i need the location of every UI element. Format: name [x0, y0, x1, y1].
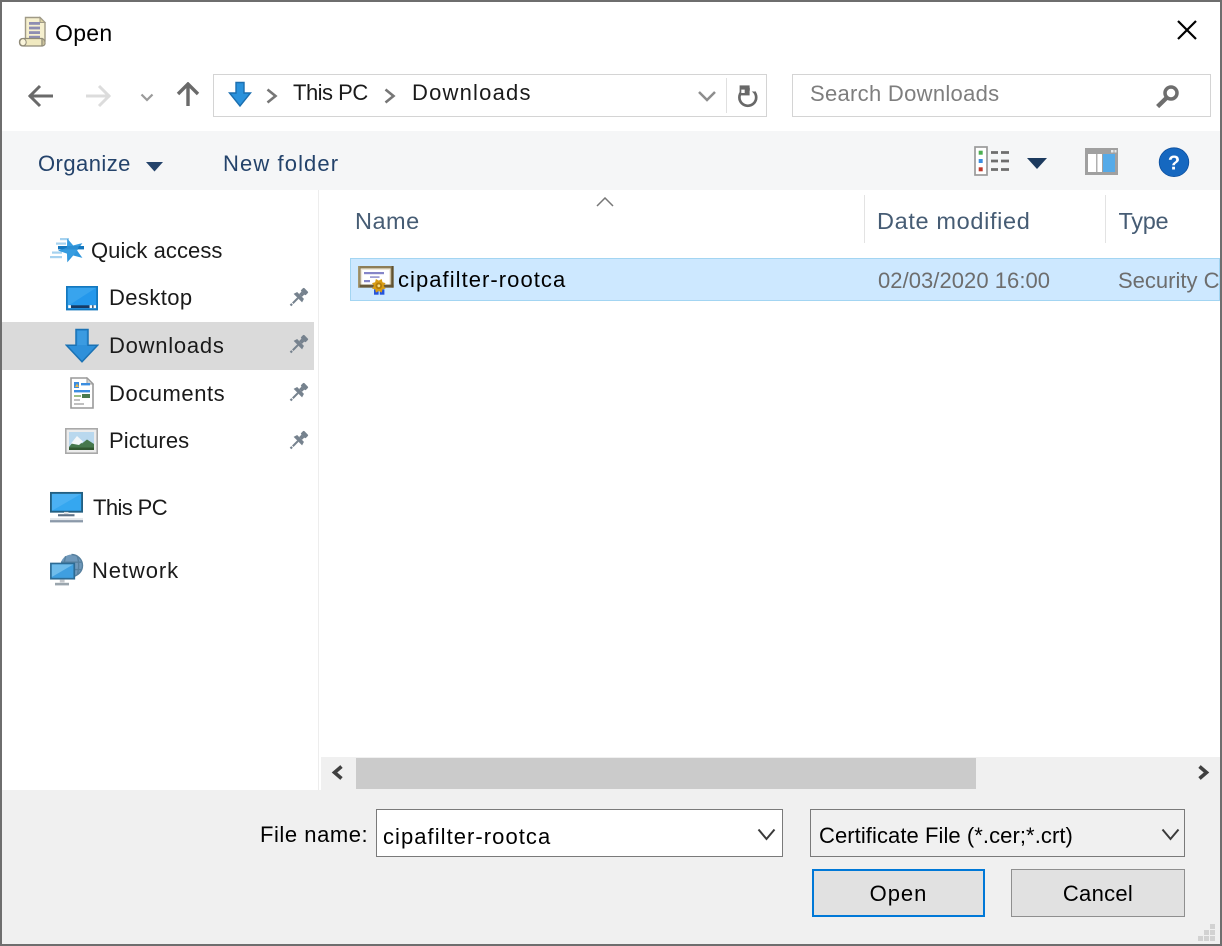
svg-text:?: ?: [1168, 153, 1180, 175]
